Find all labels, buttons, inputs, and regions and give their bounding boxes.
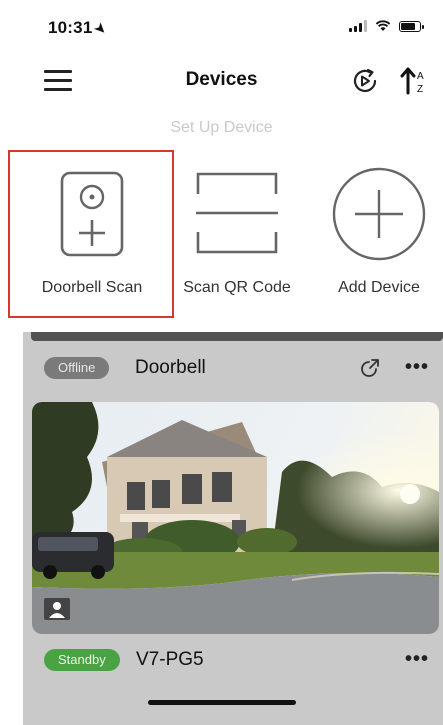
share-icon[interactable] [359,357,381,379]
cellular-signal-icon [349,20,367,32]
home-indicator [148,700,296,705]
playback-icon[interactable] [351,67,379,95]
wifi-icon [375,20,391,31]
device-name: Doorbell [135,357,206,378]
setup-section-label: Set Up Device [170,119,273,136]
sort-az-icon[interactable]: A Z [399,65,429,97]
doorbell-scan-label: Doorbell Scan [41,279,143,296]
scan-qr-code-label: Scan QR Code [183,279,291,296]
battery-icon [399,20,424,32]
setup-actions: Doorbell Scan Scan QR Code Add Device [0,148,443,326]
qr-scan-frame-icon [196,172,278,254]
more-options-icon[interactable]: ••• [405,356,429,379]
previous-card-edge [31,332,443,341]
add-device-label: Add Device [338,279,420,296]
nav-bar: Devices A Z [0,52,443,107]
scan-qr-code-button[interactable]: Scan QR Code [170,148,304,318]
svg-text:A: A [417,71,424,82]
status-bar: 10:31➤ [0,0,443,52]
doorbell-scan-button[interactable]: Doorbell Scan [10,148,174,318]
doorbell-icon [60,171,124,257]
add-device-button[interactable]: Add Device [320,148,438,318]
device-row-v7-pg5[interactable]: Standby V7-PG5 ••• [31,636,443,684]
person-icon [44,598,70,620]
svg-text:Z: Z [417,84,423,95]
status-badge: Standby [44,649,120,671]
plus-circle-icon [332,167,426,261]
more-options-icon[interactable]: ••• [405,648,429,671]
status-time: 10:31➤ [48,18,111,38]
battery-level [401,22,416,30]
status-icons [349,20,424,32]
device-row-doorbell[interactable]: Offline Doorbell ••• [31,344,443,392]
status-badge: Offline [44,357,110,379]
location-arrow-icon: ➤ [92,19,111,38]
camera-preview[interactable] [32,402,439,634]
device-name: V7-PG5 [136,649,204,670]
